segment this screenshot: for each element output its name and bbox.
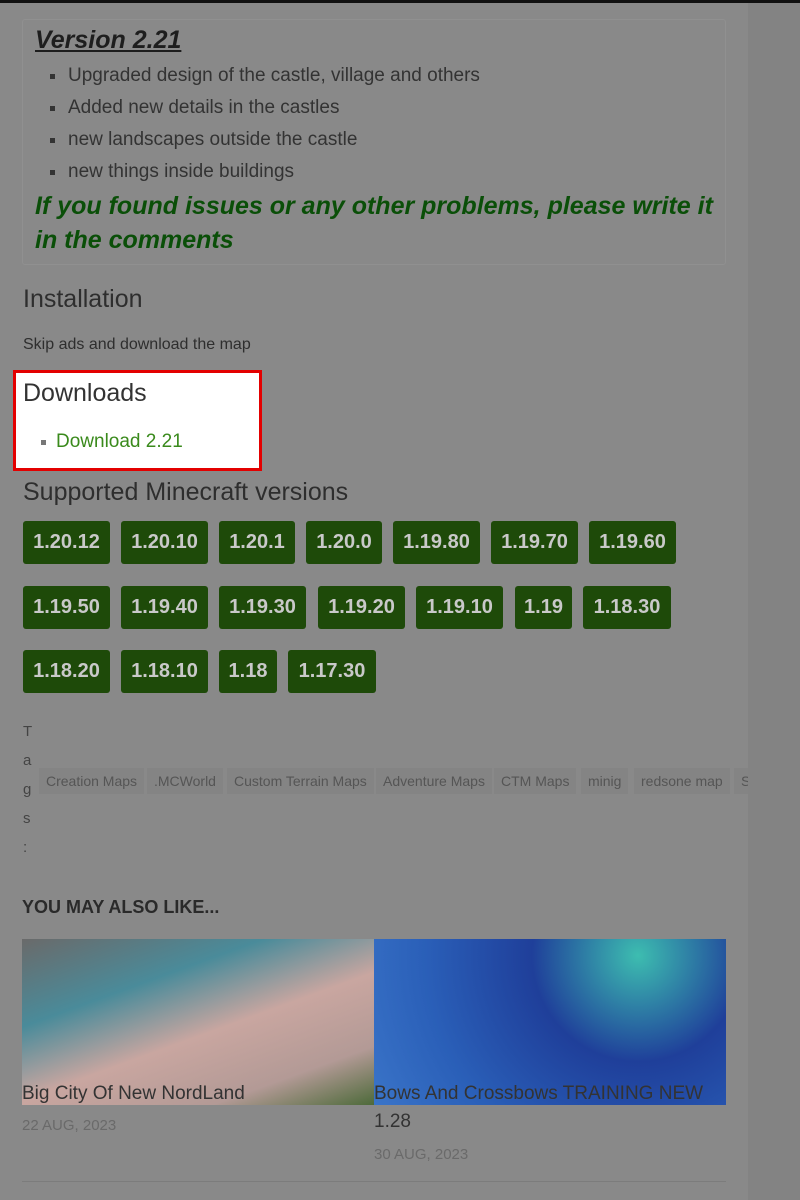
sidebar-area — [748, 3, 800, 1200]
version-button[interactable]: 1.19.50 — [23, 586, 110, 629]
version-button[interactable]: 1.19.20 — [318, 586, 405, 629]
downloads-heading: Downloads — [23, 379, 147, 407]
tag-chip[interactable]: S — [734, 768, 748, 794]
related-card-date: 30 AUG, 2023 — [374, 1146, 469, 1163]
tag-chip[interactable]: CTM Maps — [494, 768, 577, 794]
tag-chip[interactable]: Adventure Maps — [376, 768, 492, 794]
related-heading: YOU MAY ALSO LIKE... — [22, 897, 220, 917]
tag-chip[interactable]: redsone map — [634, 768, 730, 794]
version-button[interactable]: 1.19.30 — [219, 586, 306, 629]
tag-chip[interactable]: minig — [581, 768, 629, 794]
list-item: Added new details in the castles — [50, 94, 480, 126]
supported-versions-heading: Supported Minecraft versions — [23, 478, 349, 506]
related-card-title-line2[interactable]: 1.28 — [374, 1111, 411, 1133]
tag-chip[interactable]: .MCWorld — [147, 768, 223, 794]
bullet-icon — [41, 440, 46, 445]
related-card-title[interactable]: Bows And Crossbows TRAINING NEW — [374, 1083, 703, 1105]
version-button[interactable]: 1.20.10 — [121, 521, 208, 564]
top-border — [0, 0, 800, 3]
version-button[interactable]: 1.19.10 — [416, 586, 503, 629]
version-button[interactable]: 1.17.30 — [288, 650, 376, 693]
tags-label-char: : — [23, 839, 28, 856]
related-card-image[interactable] — [374, 939, 726, 1105]
installation-text: Skip ads and download the map — [23, 336, 251, 353]
related-card-title[interactable]: Big City Of New NordLand — [22, 1083, 245, 1105]
version-button[interactable]: 1.20.0 — [306, 521, 382, 564]
version-button[interactable]: 1.19.40 — [121, 586, 208, 629]
tags-label-char: a — [23, 752, 32, 769]
version-button[interactable]: 1.18.20 — [23, 650, 110, 693]
list-item: new landscapes outside the castle — [50, 126, 480, 158]
related-card-date: 22 AUG, 2023 — [22, 1117, 117, 1134]
tags-label: T a g s : — [23, 717, 33, 862]
related-card-image[interactable] — [22, 939, 374, 1105]
list-item: new things inside buildings — [50, 158, 480, 190]
version-button[interactable]: 1.20.12 — [23, 521, 110, 564]
downloads-section: Downloads Download 2.21 — [13, 370, 262, 471]
download-link[interactable]: Download 2.21 — [56, 431, 183, 453]
divider — [22, 1181, 726, 1182]
version-button[interactable]: 1.19.60 — [589, 521, 676, 564]
version-button[interactable]: 1.18.30 — [583, 586, 671, 629]
version-title: Version 2.21 — [35, 26, 182, 54]
version-button[interactable]: 1.19 — [515, 586, 572, 629]
tags-label-char: s — [23, 810, 31, 827]
version-button[interactable]: 1.18.10 — [121, 650, 208, 693]
list-item: Upgraded design of the castle, village a… — [50, 62, 480, 94]
changelog-list: Upgraded design of the castle, village a… — [50, 62, 480, 190]
tags-label-char: T — [23, 723, 33, 740]
tags-label-char: g — [23, 781, 32, 798]
version-button[interactable]: 1.18 — [219, 650, 277, 693]
tag-chip[interactable]: Custom Terrain Maps — [227, 768, 374, 794]
installation-heading: Installation — [23, 285, 143, 313]
issues-notice: If you found issues or any other problem… — [35, 192, 713, 254]
version-button[interactable]: 1.20.1 — [219, 521, 295, 564]
tag-chip[interactable]: Creation Maps — [39, 768, 145, 794]
version-button[interactable]: 1.19.70 — [491, 521, 578, 564]
version-button[interactable]: 1.19.80 — [393, 521, 480, 564]
